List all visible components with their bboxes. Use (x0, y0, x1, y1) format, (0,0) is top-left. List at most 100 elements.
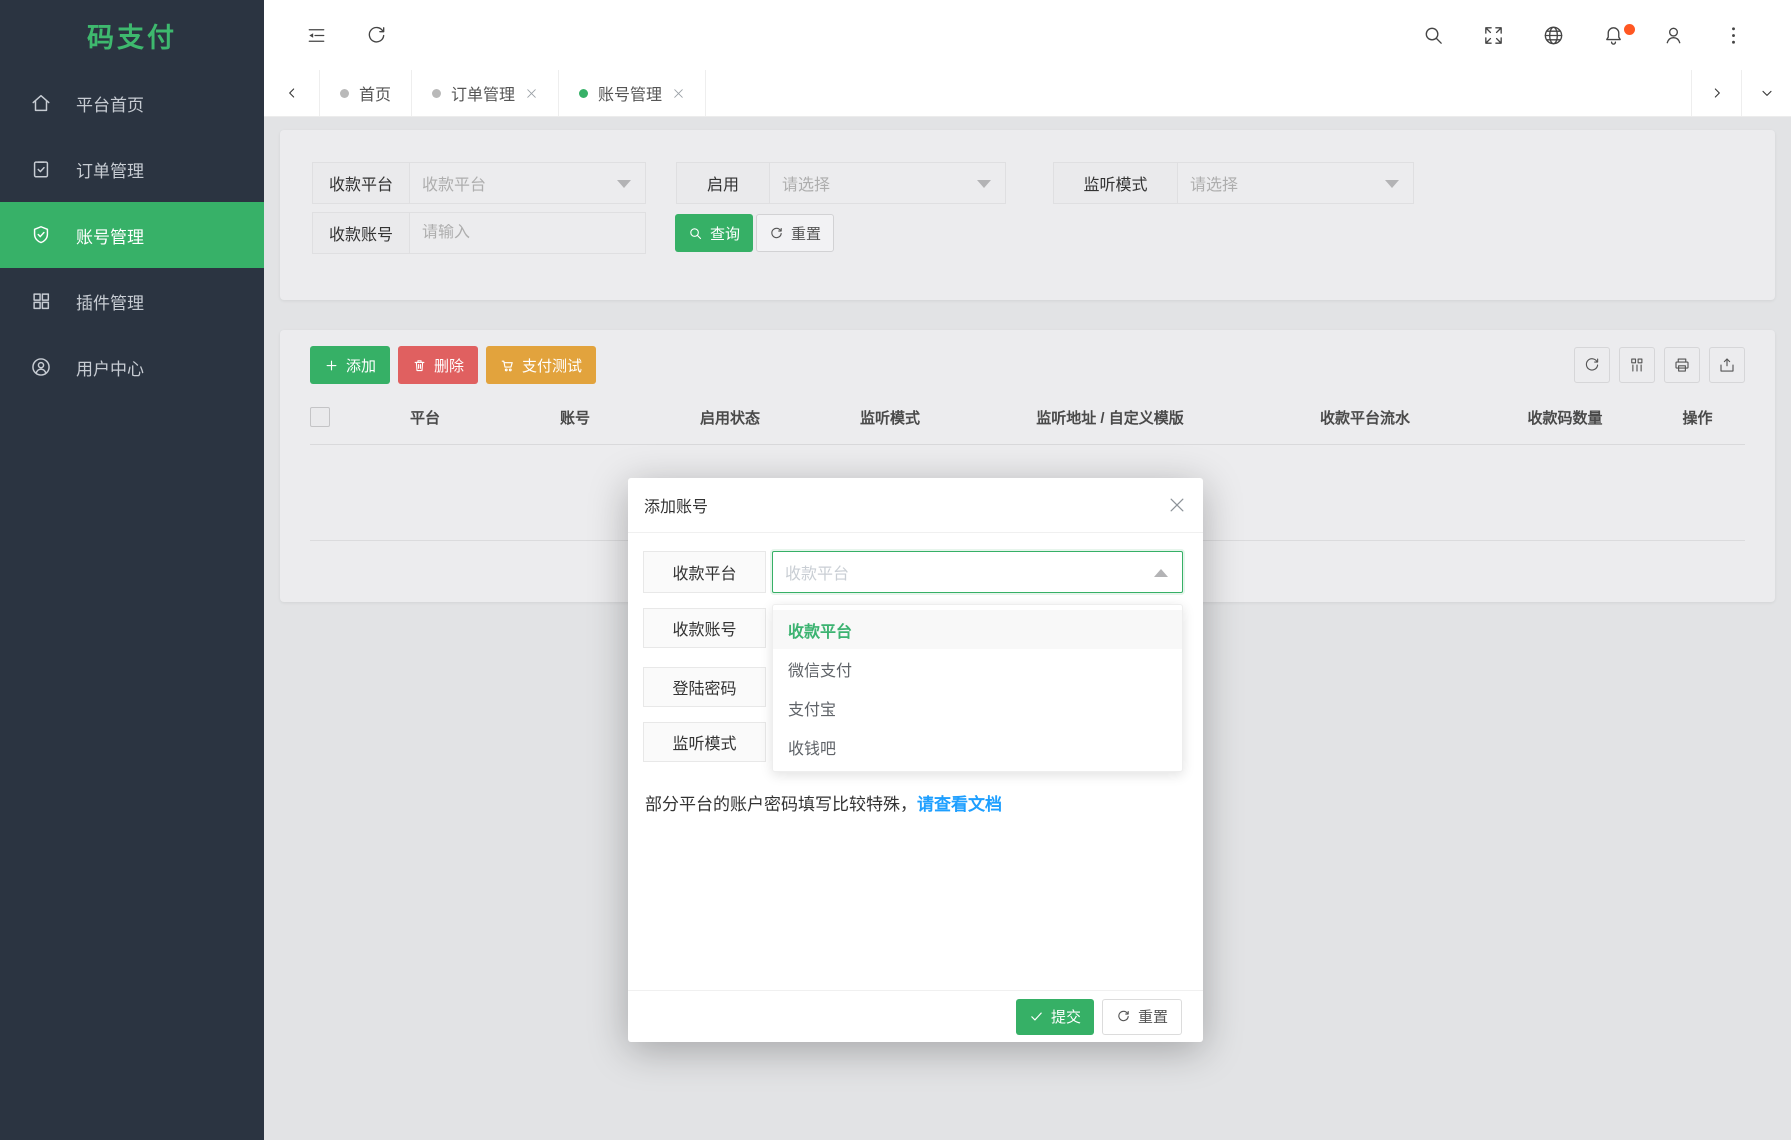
modal-reset-button-label: 重置 (1137, 1009, 1168, 1026)
modal-account-label: 收款账号 (643, 608, 766, 648)
sidebar-item-plugins[interactable]: 插件管理 (0, 268, 264, 334)
tab-orders[interactable]: 订单管理 (412, 70, 560, 116)
dropdown-option-wechat-pay[interactable]: 微信支付 (773, 649, 1182, 688)
table-refresh-button[interactable] (1574, 347, 1610, 383)
filter-reset-button[interactable]: 重置 (756, 214, 835, 252)
filter-account-input[interactable] (422, 224, 633, 242)
tab-status-dot (579, 88, 589, 98)
modal-platform-select[interactable]: 收款平台 (772, 551, 1183, 593)
trash-icon (414, 359, 425, 371)
caret-down-icon (977, 180, 991, 188)
sidebar-item-label: 账号管理 (76, 227, 144, 247)
filter-enable-select[interactable]: 请选择 (770, 162, 1006, 204)
modal-close-button[interactable] (1167, 495, 1187, 515)
add-account-modal: 添加账号 收款平台 收款平台 收款账号 登陆密码 监听模式 收款平台 微信支付 … (628, 478, 1203, 1042)
tab-status-dot (340, 88, 349, 98)
filter-listen-mode-select[interactable]: 请选择 (1178, 162, 1414, 204)
language-button[interactable] (1523, 0, 1583, 70)
tabs-scroll-left-button[interactable] (264, 70, 320, 116)
table-print-button[interactable] (1664, 347, 1700, 383)
plus-icon (326, 360, 337, 370)
caret-up-icon (1154, 569, 1168, 577)
user-profile-button[interactable] (1643, 0, 1703, 70)
submit-button[interactable]: 提交 (1015, 998, 1094, 1035)
kebab-menu-icon (1731, 26, 1735, 44)
home-icon (32, 94, 50, 112)
header-right (1403, 0, 1763, 70)
modal-platform-label: 收款平台 (643, 551, 766, 593)
notifications-button[interactable] (1583, 0, 1643, 70)
refresh-icon (1585, 358, 1599, 371)
sidebar: 码支付 平台首页 订单管理 账号管理 插件管理 用户中心 (0, 0, 264, 1140)
dropdown-option-shouqianba[interactable]: 收钱吧 (773, 727, 1182, 766)
filter-enable-group: 启用 请选择 (676, 162, 1006, 204)
modal-listen-mode-label: 监听模式 (643, 722, 766, 762)
delete-account-button[interactable]: 删除 (398, 346, 479, 384)
app-logo: 码支付 (87, 22, 177, 53)
dropdown-option-alipay[interactable]: 支付宝 (773, 688, 1182, 727)
printer-icon (1675, 358, 1689, 372)
pay-test-button-label: 支付测试 (522, 357, 583, 375)
person-icon (1666, 27, 1680, 43)
table-export-button[interactable] (1709, 347, 1745, 383)
filter-enable-label: 启用 (676, 162, 770, 204)
table-columns-button[interactable] (1619, 347, 1655, 383)
add-account-button[interactable]: 添加 (310, 346, 391, 384)
table-action-buttons: 添加 删除 支付测试 (310, 346, 597, 384)
tabs-menu-button[interactable] (1741, 70, 1791, 116)
filter-platform-group: 收款平台 收款平台 (312, 162, 646, 204)
sidebar-item-platform-home[interactable]: 平台首页 (0, 70, 264, 136)
select-placeholder: 请选择 (1190, 177, 1239, 194)
select-placeholder: 收款平台 (422, 177, 487, 194)
tab-home[interactable]: 首页 (320, 70, 413, 116)
caret-down-icon (617, 180, 631, 188)
modal-reset-button[interactable]: 重置 (1101, 998, 1182, 1035)
sidebar-item-label: 插件管理 (76, 293, 144, 313)
refresh-icon (771, 227, 782, 238)
tabs-scroll-right-button[interactable] (1691, 70, 1741, 116)
query-button[interactable]: 查询 (675, 214, 754, 252)
table-header-checkbox-cell (310, 407, 350, 427)
columns-filter-icon (1631, 358, 1643, 372)
query-button-label: 查询 (710, 225, 741, 243)
modal-header: 添加账号 (628, 478, 1203, 533)
filter-listen-mode-label: 监听模式 (1053, 162, 1178, 204)
filter-platform-select[interactable]: 收款平台 (410, 162, 646, 204)
select-placeholder: 请选择 (782, 177, 831, 194)
fullscreen-button[interactable] (1463, 0, 1523, 70)
sidebar-item-orders[interactable]: 订单管理 (0, 136, 264, 202)
select-all-checkbox[interactable] (310, 407, 330, 427)
collapse-sidebar-button[interactable] (286, 0, 346, 70)
platform-dropdown-list: 收款平台 微信支付 支付宝 收钱吧 (772, 604, 1183, 772)
filter-account-label: 收款账号 (312, 212, 410, 254)
refresh-page-button[interactable] (346, 0, 406, 70)
header (264, 0, 1791, 70)
tab-label: 首页 (359, 87, 392, 104)
search-button[interactable] (1403, 0, 1463, 70)
plugin-icon (33, 293, 50, 310)
column-header-enabled: 启用状态 (699, 409, 760, 427)
chevron-down-icon (1761, 90, 1772, 96)
column-header-actions: 操作 (1682, 409, 1713, 427)
account-icon (33, 226, 49, 244)
column-header-platform-flow: 收款平台流水 (1319, 409, 1410, 427)
modal-footer: 提交 重置 (628, 990, 1203, 1042)
export-icon (1720, 358, 1734, 372)
filter-listen-mode-group: 监听模式 请选择 (1053, 162, 1414, 204)
sidebar-item-accounts[interactable]: 账号管理 (0, 202, 264, 268)
close-icon (1170, 498, 1184, 512)
pay-test-button[interactable]: 支付测试 (486, 346, 597, 384)
order-icon (33, 161, 49, 178)
tab-close-icon[interactable] (525, 87, 538, 100)
chevron-left-icon (288, 88, 294, 98)
more-options-button[interactable] (1703, 0, 1763, 70)
modal-password-label: 登陆密码 (643, 667, 766, 707)
sidebar-item-user-center[interactable]: 用户中心 (0, 334, 264, 400)
tab-accounts[interactable]: 账号管理 (559, 70, 707, 116)
column-header-listen-mode: 监听模式 (859, 409, 920, 427)
view-docs-link[interactable]: 请查看文档 (917, 795, 1002, 814)
dropdown-option-platform[interactable]: 收款平台 (773, 610, 1182, 649)
filter-account-input-wrap (410, 212, 646, 254)
sidebar-item-label: 平台首页 (76, 95, 144, 115)
tab-close-icon[interactable] (672, 87, 685, 100)
